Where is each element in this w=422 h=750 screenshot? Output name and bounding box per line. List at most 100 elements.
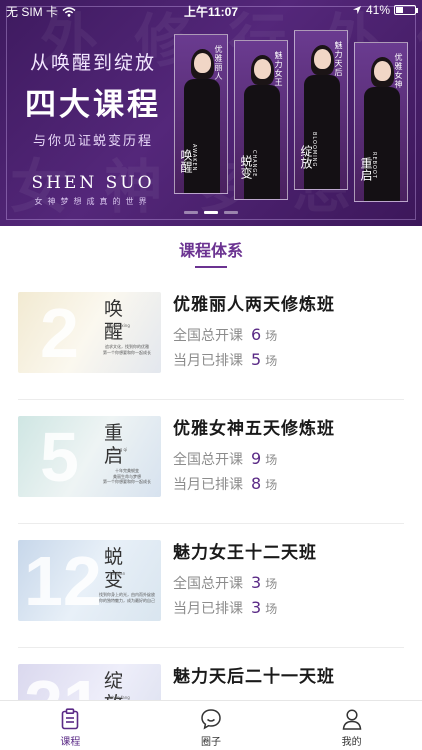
person-icon <box>342 709 361 730</box>
stat-label: 当月已排课 <box>173 601 243 617</box>
banner-portraits: 优雅丽人 唤醒 AWAKEN 魅力女王 蜕变 CHANGE 魅力天后 绽放 BL… <box>174 30 408 202</box>
stat-value: 3 <box>251 573 262 592</box>
thumb-caption: 追求文化，找到你的优雅 第一个你想要和你一起成长 <box>103 344 151 355</box>
portrait-card: 优雅丽人 唤醒 AWAKEN <box>174 34 228 194</box>
portrait-card: 魅力女王 蜕变 CHANGE <box>234 40 288 200</box>
stat-label: 当月已排课 <box>173 477 243 493</box>
course-item[interactable]: 2 唤 醒 huan xing 追求文化，找到你的优雅 第一个你想要和你一起成长… <box>0 276 422 400</box>
course-item[interactable]: 5 重 启 chong qi 十年完美蜕变 美丽生命与梦想 第一个你想要和你一起… <box>0 400 422 524</box>
thumb-caption: 找到你身上的光，由内而外绽放 你的独特魅力，成为最好的自己 <box>99 592 155 603</box>
course-stat-total: 全国总开课 3 场 <box>173 573 317 593</box>
stat-unit: 场 <box>265 602 278 616</box>
pager-dot[interactable] <box>204 211 218 214</box>
course-stat-total: 全国总开课 6 场 <box>173 325 335 345</box>
portrait-english: AWAKEN <box>191 143 197 171</box>
banner-slogan: 女神梦想成真的世界 <box>34 197 152 206</box>
portrait-title: 魅力天后 <box>334 41 343 77</box>
course-stat-month: 当月已排课 3 场 <box>173 598 317 618</box>
clipboard-icon <box>62 708 79 730</box>
stat-value: 6 <box>251 325 262 344</box>
course-stat-month: 当月已排课 8 场 <box>173 474 335 494</box>
course-info: 魅力女王十二天班 全国总开课 3 场 当月已排课 3 场 <box>173 538 317 618</box>
tab-circle[interactable]: 圈子 <box>141 701 282 750</box>
chat-bubble-icon <box>201 709 221 730</box>
pager-dot[interactable] <box>184 211 198 214</box>
portrait-face <box>194 53 211 73</box>
thumb-pinyin: huan xing <box>110 323 130 328</box>
portrait-face <box>314 49 331 69</box>
tab-label: 课程 <box>60 737 81 748</box>
portrait-title: 优雅女神 <box>394 53 403 89</box>
portrait-english: BLOOMING <box>311 131 317 167</box>
portrait-face <box>374 61 391 81</box>
portrait-card: 优雅女神 重启 REBOOT <box>354 42 408 202</box>
location-arrow-icon <box>352 6 361 14</box>
thumb-kanji: 蜕 变 <box>104 546 130 591</box>
section-title-underline <box>195 266 227 268</box>
bottom-tab-bar: 课程 圈子 我的 <box>0 700 422 750</box>
section-title: 课程体系 <box>178 241 243 260</box>
hero-banner[interactable]: 外 修 行 外 修 行 女 神 梦 想 从唤醒到绽放 四大课程 与你见证蜕变历程… <box>0 0 422 226</box>
portrait-dress <box>184 79 220 193</box>
course-title[interactable]: 魅力天后二十一天班 <box>173 662 335 687</box>
banner-subtitle: 与你见证蜕变历程 <box>32 134 153 149</box>
banner-pager[interactable] <box>0 211 422 214</box>
course-title[interactable]: 魅力女王十二天班 <box>173 538 317 563</box>
course-info: 优雅女神五天修炼班 全国总开课 9 场 当月已排课 8 场 <box>173 414 335 494</box>
banner-headline-large: 四大课程 <box>25 87 161 123</box>
portrait-dress <box>244 85 280 199</box>
thumb-caption: 十年完美蜕变 美丽生命与梦想 第一个你想要和你一起成长 <box>103 468 151 485</box>
portrait-title: 魅力女王 <box>274 51 283 87</box>
stat-unit: 场 <box>265 354 278 368</box>
thumb-kanji: 唤 醒 <box>104 298 130 343</box>
course-thumbnail[interactable]: 5 重 启 chong qi 十年完美蜕变 美丽生命与梦想 第一个你想要和你一起… <box>18 416 161 497</box>
tab-mine[interactable]: 我的 <box>281 701 422 750</box>
portrait-title: 优雅丽人 <box>214 45 223 81</box>
stat-value: 3 <box>251 598 262 617</box>
battery-percent: 41% <box>365 3 390 17</box>
tab-label: 圈子 <box>201 737 221 748</box>
thumb-number: 2 <box>40 294 79 372</box>
thumb-pinyin: tui bian <box>110 571 126 576</box>
course-title[interactable]: 优雅丽人两天修炼班 <box>173 290 335 315</box>
thumb-pinyin: chong qi <box>110 447 128 452</box>
banner-brand: SHEN SUO <box>31 173 155 193</box>
course-info: 魅力天后二十一天班 <box>173 662 335 687</box>
portrait-english: CHANGE <box>251 149 257 177</box>
tab-courses[interactable]: 课程 <box>0 701 141 750</box>
course-info: 优雅丽人两天修炼班 全国总开课 6 场 当月已排课 5 场 <box>173 290 335 370</box>
battery-level <box>396 7 403 13</box>
status-right: 41% <box>352 3 418 17</box>
stat-unit: 场 <box>265 478 278 492</box>
tab-label: 我的 <box>341 737 362 748</box>
thumb-number: 5 <box>40 418 79 496</box>
thumb-number: 12 <box>24 542 102 620</box>
portrait-card: 魅力天后 绽放 BLOOMING <box>294 30 348 190</box>
stat-unit: 场 <box>265 577 278 591</box>
stat-unit: 场 <box>265 329 278 343</box>
course-stat-month: 当月已排课 5 场 <box>173 350 335 370</box>
status-bar: 无 SIM 卡 上午11:07 41% <box>0 0 422 20</box>
course-thumbnail[interactable]: 2 唤 醒 huan xing 追求文化，找到你的优雅 第一个你想要和你一起成长 <box>18 292 161 373</box>
course-thumbnail[interactable]: 12 蜕 变 tui bian 找到你身上的光，由内而外绽放 你的独特魅力，成为… <box>18 540 161 621</box>
battery-icon <box>394 5 418 15</box>
stat-label: 全国总开课 <box>173 328 243 344</box>
course-item[interactable]: 12 蜕 变 tui bian 找到你身上的光，由内而外绽放 你的独特魅力，成为… <box>0 524 422 648</box>
banner-text: 从唤醒到绽放 四大课程 与你见证蜕变历程 SHEN SUO 女神梦想成真的世界 <box>18 48 168 207</box>
course-stat-total: 全国总开课 9 场 <box>173 449 335 469</box>
stat-label: 全国总开课 <box>173 452 243 468</box>
stat-label: 全国总开课 <box>173 576 243 592</box>
stat-unit: 场 <box>265 453 278 467</box>
stat-value: 5 <box>251 350 262 369</box>
stat-value: 9 <box>251 449 262 468</box>
stat-value: 8 <box>251 474 262 493</box>
stat-label: 当月已排课 <box>173 353 243 369</box>
banner-headline-small: 从唤醒到绽放 <box>29 52 156 74</box>
portrait-english: REBOOT <box>371 152 377 179</box>
thumb-kanji: 重 启 <box>104 422 130 467</box>
course-title[interactable]: 优雅女神五天修炼班 <box>173 414 335 439</box>
portrait-dress <box>304 75 340 189</box>
portrait-dress <box>364 87 400 201</box>
pager-dot[interactable] <box>224 211 238 214</box>
portrait-face <box>254 59 271 79</box>
